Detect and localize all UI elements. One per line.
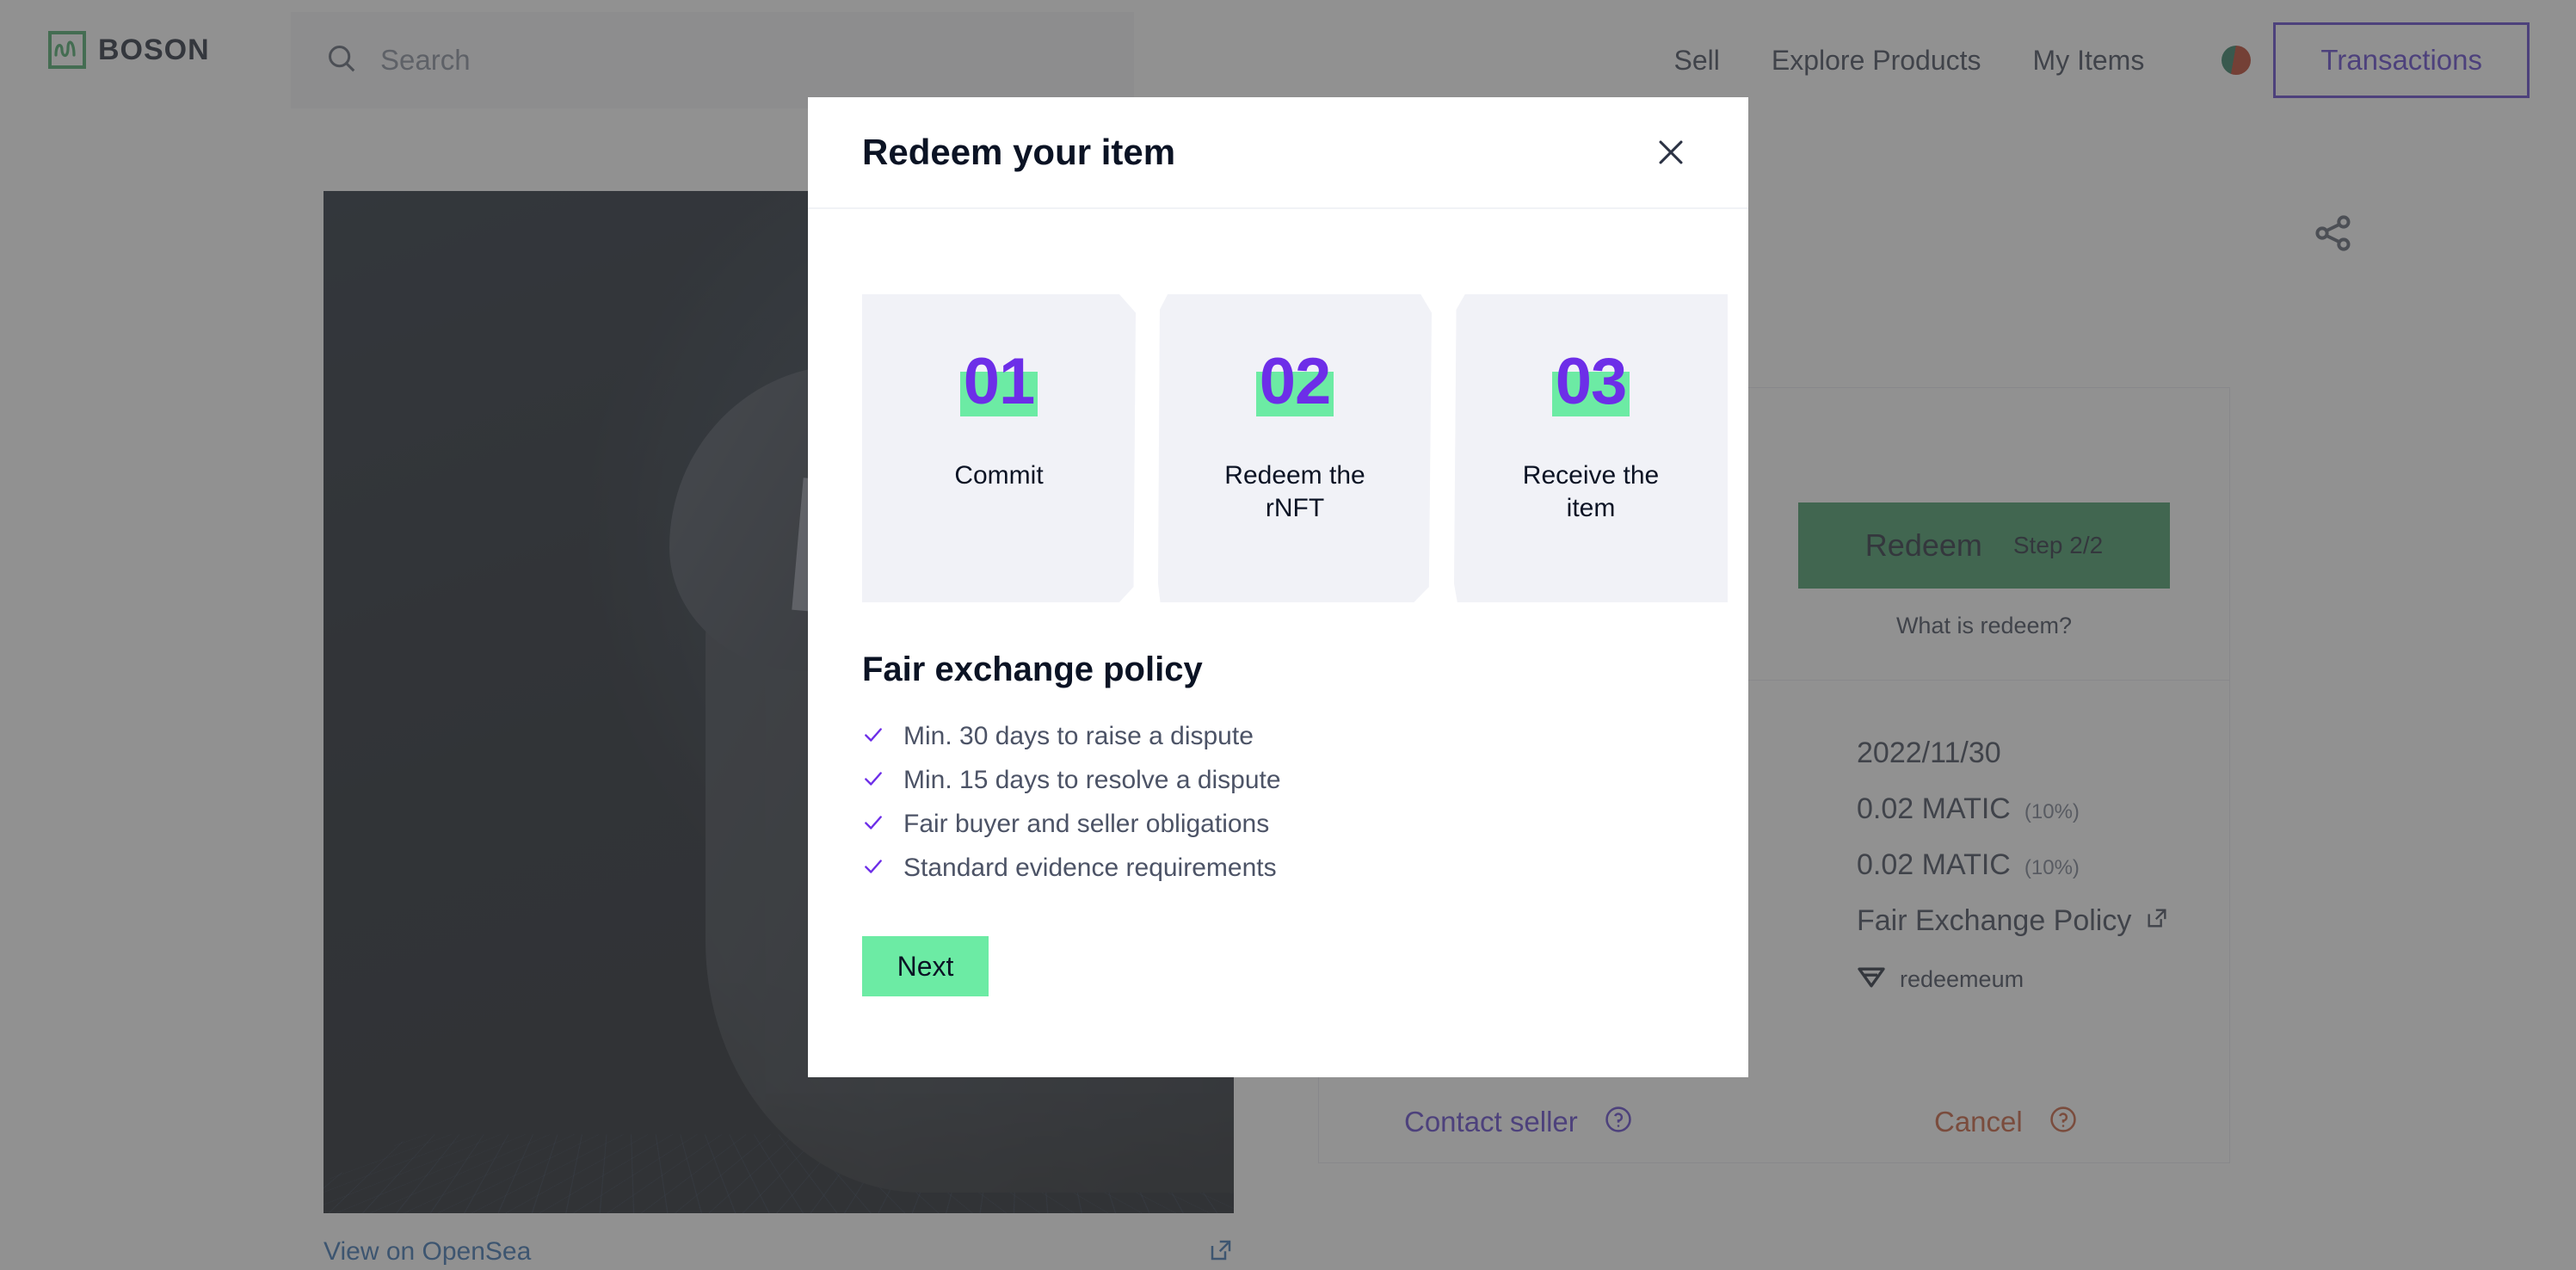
policy-list: Min. 30 days to raise a dispute Min. 15 … xyxy=(862,722,1694,883)
modal-header: Redeem your item xyxy=(808,97,1748,209)
policy-text: Min. 15 days to resolve a dispute xyxy=(903,766,1281,795)
step-label: Redeem the rNFT xyxy=(1205,459,1385,526)
step-number-wrap: 02 xyxy=(1256,349,1334,415)
policy-text: Fair buyer and seller obligations xyxy=(903,810,1269,839)
step-card-receive-item: 03 Receive the item xyxy=(1454,294,1728,602)
fair-exchange-policy-title: Fair exchange policy xyxy=(862,650,1694,689)
check-icon xyxy=(862,724,884,750)
step-number-wrap: 01 xyxy=(960,349,1038,415)
step-label: Receive the item xyxy=(1501,459,1681,526)
modal-body: 01 Commit 02 Redeem the rNFT 03 Receive … xyxy=(808,209,1748,996)
steps-row: 01 Commit 02 Redeem the rNFT 03 Receive … xyxy=(862,294,1694,602)
step-label: Commit xyxy=(909,459,1089,492)
close-icon[interactable] xyxy=(1648,129,1694,176)
step-card-redeem-rnft: 02 Redeem the rNFT xyxy=(1158,294,1432,602)
step-number-wrap: 03 xyxy=(1552,349,1630,415)
check-icon xyxy=(862,855,884,882)
step-number: 02 xyxy=(1256,345,1334,418)
policy-list-item: Fair buyer and seller obligations xyxy=(862,810,1694,839)
check-icon xyxy=(862,811,884,838)
next-button[interactable]: Next xyxy=(862,936,989,996)
policy-text: Standard evidence requirements xyxy=(903,854,1277,883)
policy-text: Min. 30 days to raise a dispute xyxy=(903,722,1254,751)
policy-list-item: Min. 15 days to resolve a dispute xyxy=(862,766,1694,795)
step-number: 03 xyxy=(1552,345,1630,418)
step-card-commit: 01 Commit xyxy=(862,294,1136,602)
policy-list-item: Standard evidence requirements xyxy=(862,854,1694,883)
step-number: 01 xyxy=(960,345,1038,418)
modal-title: Redeem your item xyxy=(862,132,1175,173)
check-icon xyxy=(862,768,884,794)
policy-list-item: Min. 30 days to raise a dispute xyxy=(862,722,1694,751)
redeem-modal: Redeem your item 01 Commit 02 Redeem th xyxy=(808,97,1748,1077)
